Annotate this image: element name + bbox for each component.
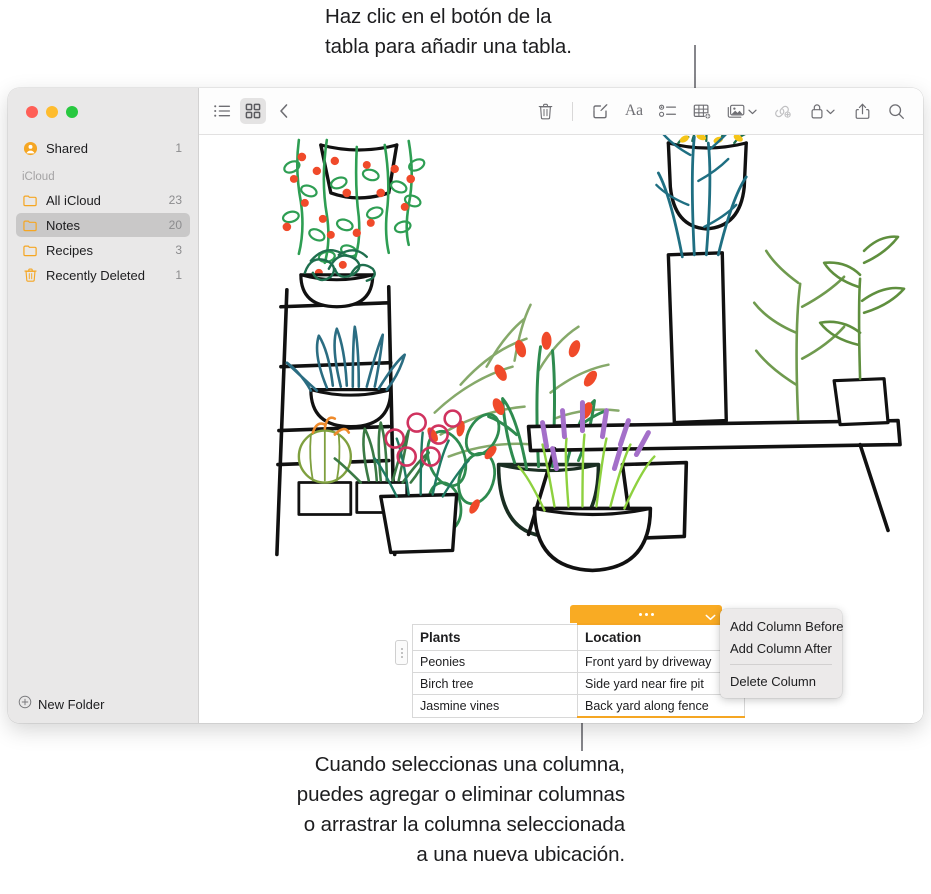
sidebar-item-all-icloud-label: All iCloud — [46, 192, 101, 208]
chevron-down-icon[interactable] — [825, 102, 835, 120]
close-button[interactable] — [26, 106, 38, 118]
format-aa-icon: Aa — [624, 102, 644, 119]
sidebar-item-shared-label: Shared — [46, 140, 88, 156]
table-cell-plant-3[interactable]: Jasmine vines — [412, 694, 578, 718]
notes-table[interactable]: Plants Location Peonies Front yard by dr… — [412, 623, 745, 718]
folder-icon — [22, 242, 39, 259]
new-folder-button[interactable]: New Folder — [8, 685, 198, 723]
menu-item-add-column-before[interactable]: Add Column Before — [720, 615, 843, 637]
note-content[interactable]: Bella 2019 — [199, 135, 923, 723]
toolbar-table-button[interactable] — [685, 103, 719, 120]
sidebar-list: Shared 1 iCloud All iCloud 23 Notes 20 R… — [8, 136, 198, 288]
gallery-view-icon[interactable] — [240, 98, 266, 124]
table-row-handle[interactable] — [395, 640, 408, 665]
toolbar-format-button[interactable]: Aa — [617, 102, 651, 120]
toolbar-new-note-button[interactable] — [583, 103, 617, 120]
notes-window: Shared 1 iCloud All iCloud 23 Notes 20 R… — [8, 88, 923, 723]
sidebar-item-notes-count: 20 — [168, 218, 182, 232]
toolbar-actions: Aa — [528, 101, 913, 121]
table-header-plants[interactable]: Plants — [412, 623, 578, 651]
toolbar-search-button[interactable] — [879, 103, 913, 120]
toolbar: Aa — [199, 88, 923, 135]
sidebar-item-notes-label: Notes — [46, 217, 80, 233]
shared-person-icon — [22, 140, 39, 157]
table-row: Peonies Front yard by driveway — [412, 650, 745, 673]
toolbar-divider — [572, 101, 573, 121]
menu-divider — [730, 664, 832, 665]
back-chevron-icon[interactable] — [271, 98, 297, 124]
sidebar-item-recently-deleted-count: 1 — [175, 268, 182, 282]
sidebar-section-icloud: iCloud — [22, 171, 55, 183]
toolbar-media-button[interactable] — [719, 102, 765, 120]
plus-circle-icon — [18, 695, 32, 714]
sidebar-item-shared-count: 1 — [175, 141, 182, 155]
toolbar-lock-button[interactable] — [799, 102, 845, 120]
zoom-button[interactable] — [66, 106, 78, 118]
toolbar-view-controls — [209, 98, 297, 124]
column-drag-handle-icon[interactable] — [638, 613, 654, 616]
folder-icon — [22, 217, 39, 234]
table-header-row: Plants Location — [412, 623, 745, 651]
table-cell-plant-1[interactable]: Peonies — [412, 650, 578, 673]
sidebar-item-recipes[interactable]: Recipes 3 — [16, 238, 190, 262]
sidebar-item-recently-deleted[interactable]: Recently Deleted 1 — [16, 263, 190, 287]
toolbar-share-button[interactable] — [845, 103, 879, 120]
sidebar-item-shared[interactable]: Shared 1 — [16, 136, 190, 160]
column-context-menu[interactable]: Add Column Before Add Column After Delet… — [720, 609, 843, 698]
list-view-icon[interactable] — [209, 98, 235, 124]
toolbar-delete-note-button[interactable] — [528, 103, 562, 120]
table-row: Birch tree Side yard near fire pit — [412, 672, 745, 695]
menu-item-delete-column[interactable]: Delete Column — [720, 670, 842, 692]
toolbar-add-link-button[interactable] — [765, 104, 799, 119]
table-cell-location-3[interactable]: Back yard along fence — [577, 694, 745, 718]
new-folder-label: New Folder — [38, 696, 105, 712]
sidebar-item-recipes-count: 3 — [175, 243, 182, 257]
table-cell-plant-2[interactable]: Birch tree — [412, 672, 578, 695]
minimize-button[interactable] — [46, 106, 58, 118]
note-artwork — [275, 135, 906, 573]
toolbar-checklist-button[interactable] — [651, 104, 685, 118]
sidebar-item-all-icloud-count: 23 — [168, 193, 182, 207]
sidebar-item-notes[interactable]: Notes 20 — [16, 213, 190, 237]
main-panel: Aa Plants Location Peonies Front yard by… — [199, 88, 923, 723]
callout-top-text: Haz clic en el botón de la tabla para añ… — [325, 5, 572, 58]
table-column-selection-bar[interactable] — [570, 605, 722, 624]
chevron-down-icon[interactable] — [748, 102, 757, 120]
sidebar-item-recipes-label: Recipes — [46, 242, 93, 258]
screenshot-root: Haz clic en el botón de la tabla para añ… — [0, 0, 931, 894]
table-row: Jasmine vines Back yard along fence — [412, 694, 745, 718]
menu-item-add-column-after[interactable]: Add Column After — [720, 637, 842, 659]
sidebar-item-all-icloud[interactable]: All iCloud 23 — [16, 188, 190, 212]
trash-icon — [22, 267, 39, 284]
callout-bottom-text: Cuando seleccionas una columna, puedes a… — [296, 753, 625, 866]
sidebar: Shared 1 iCloud All iCloud 23 Notes 20 R… — [8, 88, 199, 723]
window-controls — [26, 106, 78, 118]
folder-icon — [22, 192, 39, 209]
notes-table-wrapper: Plants Location Peonies Front yard by dr… — [395, 623, 745, 718]
sidebar-item-recently-deleted-label: Recently Deleted — [46, 267, 145, 283]
